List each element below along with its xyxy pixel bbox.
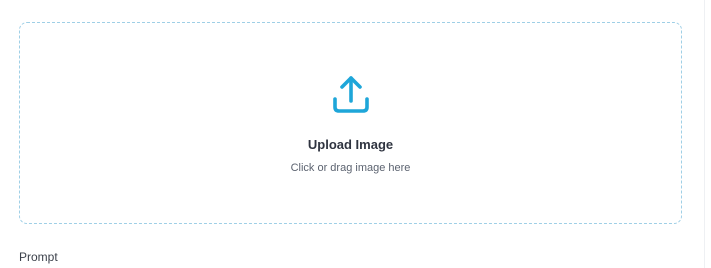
upload-title: Upload Image [307, 137, 394, 152]
prompt-label: Prompt [19, 250, 58, 264]
upload-icon [332, 76, 369, 113]
upload-form: Upload Image Click or drag image here Pr… [0, 0, 711, 268]
image-upload-dropzone[interactable]: Upload Image Click or drag image here [19, 22, 682, 224]
divider [704, 0, 705, 268]
upload-subtitle: Click or drag image here [290, 162, 411, 174]
